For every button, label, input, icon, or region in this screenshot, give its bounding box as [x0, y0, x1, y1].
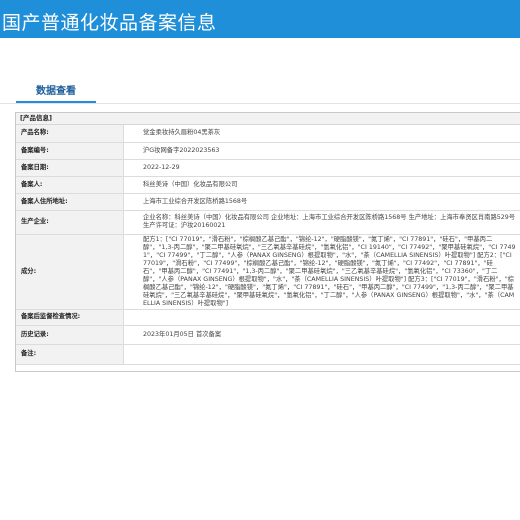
registration-number-value: 沪G妆网备字2022023563 [123, 142, 520, 160]
tab-data-view[interactable]: 数据查看 [16, 70, 96, 103]
table-row: 备案人住所地址: 上海市工业综合开发区陈桥路1568号 [16, 193, 520, 211]
table-row: 历史记录: 2023年01月05日 首次备案 [16, 325, 520, 345]
manufacturer-value: 企业名称：科丝美诗（中国）化妆品有限公司 企业地址：上海市工业综合开发区陈桥路1… [123, 210, 520, 235]
registrant-address-value: 上海市工业综合开发区陈桥路1568号 [123, 193, 520, 211]
table-row: 成分: 配方1：["CI 77019"，"滑石粉"，"棕榈酸乙基己酯"，"锦纶-… [16, 234, 520, 310]
table-row: 生产企业: 企业名称：科丝美诗（中国）化妆品有限公司 企业地址：上海市工业综合开… [16, 210, 520, 235]
page-title: 国产普通化妆品备案信息 [2, 12, 217, 34]
table-row: 备案日期: 2022-12-29 [16, 159, 520, 177]
table-row: 备案后监督检查情况: [16, 309, 520, 326]
registration-date-value: 2022-12-29 [123, 159, 520, 177]
field-label: 备注: [16, 344, 124, 365]
product-info-table: 产品名称: 觉金柔妆持久眉粉04黑茶灰 备案编号: 沪G妆网备字20220235… [16, 125, 520, 365]
product-info-card: [产品信息] 产品名称: 觉金柔妆持久眉粉04黑茶灰 备案编号: 沪G妆网备字2… [15, 112, 520, 372]
ingredients-value: 配方1：["CI 77019"，"滑石粉"，"棕榈酸乙基己酯"，"锦纶-12"，… [123, 234, 520, 310]
tab-bar: 数据查看 [0, 70, 520, 104]
product-name-value: 觉金柔妆持久眉粉04黑茶灰 [123, 125, 520, 143]
field-label: 备案人住所地址: [16, 193, 124, 211]
tab-label: 数据查看 [36, 86, 76, 97]
table-row: 备案编号: 沪G妆网备字2022023563 [16, 142, 520, 160]
field-label: 备案人: [16, 176, 124, 194]
field-label: 产品名称: [16, 125, 124, 143]
section-title: [产品信息] [16, 113, 520, 125]
table-row: 备案人: 科丝美诗（中国）化妆品有限公司 [16, 176, 520, 194]
field-label: 备案日期: [16, 159, 124, 177]
table-row: 产品名称: 觉金柔妆持久眉粉04黑茶灰 [16, 125, 520, 143]
field-label: 成分: [16, 234, 124, 310]
history-value: 2023年01月05日 首次备案 [123, 325, 520, 345]
field-label: 生产企业: [16, 210, 124, 235]
table-row: 备注: [16, 344, 520, 365]
remarks-value [123, 344, 520, 365]
field-label: 历史记录: [16, 325, 124, 345]
inspection-status-value [123, 309, 520, 326]
header-banner: 国产普通化妆品备案信息 [0, 0, 520, 38]
field-label: 备案后监督检查情况: [16, 309, 124, 326]
registrant-value: 科丝美诗（中国）化妆品有限公司 [123, 176, 520, 194]
field-label: 备案编号: [16, 142, 124, 160]
